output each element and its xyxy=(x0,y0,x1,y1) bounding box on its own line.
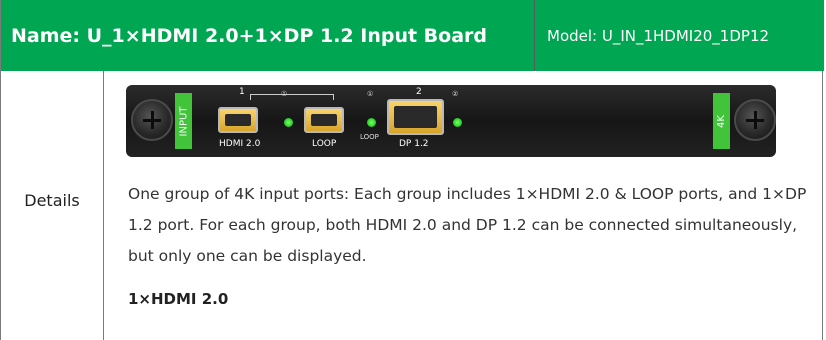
dp-led-icon xyxy=(453,118,462,127)
loop-port-icon xyxy=(304,107,344,133)
right-screw-icon xyxy=(734,99,776,141)
led-marker-2: ① xyxy=(367,90,374,98)
dp-port-label: DP 1.2 xyxy=(399,139,429,149)
4k-strip: 4K xyxy=(713,93,730,149)
description-text: One group of 4K input ports: Each group … xyxy=(128,185,807,265)
input-strip-label: INPUT xyxy=(178,106,190,136)
hdmi-port-label: HDMI 2.0 xyxy=(219,139,261,149)
loop-port-label: LOOP xyxy=(312,139,337,149)
loop-led-label: LOOP xyxy=(360,133,379,141)
product-model: Model: U_IN_1HDMI20_1DP12 xyxy=(547,26,770,45)
board-image: INPUT 1 ① HDMI 2.0 LOOP ① LOOP 2 DP 1.2 … xyxy=(126,85,776,157)
label-column: Details xyxy=(1,71,104,340)
group-1-number: 1 xyxy=(239,87,245,97)
hdmi-port-icon xyxy=(218,107,258,133)
group-2-number: 2 xyxy=(416,87,422,97)
left-screw-icon xyxy=(131,99,173,141)
4k-strip-label: 4K xyxy=(715,114,727,128)
hdmi-led-icon xyxy=(284,118,293,127)
group-1-bracket xyxy=(250,94,334,100)
led-marker-1: ① xyxy=(281,90,288,98)
loop-led-icon xyxy=(367,118,376,127)
led-marker-3: ② xyxy=(452,90,459,98)
spec-sheet: Name: U_1×HDMI 2.0+1×DP 1.2 Input Board … xyxy=(0,0,824,340)
header-bar: Name: U_1×HDMI 2.0+1×DP 1.2 Input Board … xyxy=(1,0,824,71)
dp-port-icon xyxy=(387,99,444,135)
input-strip: INPUT xyxy=(175,93,192,149)
subheading-hdmi: 1×HDMI 2.0 xyxy=(128,290,229,308)
details-label: Details xyxy=(24,191,80,210)
details-content: INPUT 1 ① HDMI 2.0 LOOP ① LOOP 2 DP 1.2 … xyxy=(104,71,824,340)
product-name: Name: U_1×HDMI 2.0+1×DP 1.2 Input Board xyxy=(1,0,535,71)
